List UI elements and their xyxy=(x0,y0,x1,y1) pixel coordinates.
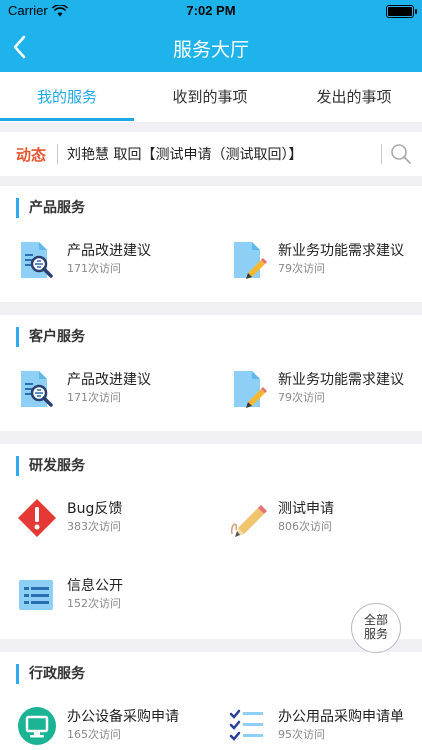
navbar: 服务大厅 xyxy=(0,22,422,72)
section-product-services: 产品服务 产品改进建议 171次访问 新业务功能需求建议 79次访问 xyxy=(0,186,422,302)
visit-count: 152次访问 xyxy=(67,597,121,610)
visit-count: 79次访问 xyxy=(278,391,325,404)
visit-count: 171次访问 xyxy=(67,262,121,275)
visit-count: 171次访问 xyxy=(67,391,121,404)
service-name: 办公设备采购申请 xyxy=(67,709,179,725)
service-name: 新业务功能需求建议 xyxy=(278,372,404,388)
report-search-icon xyxy=(21,242,53,278)
visit-count: 383次访问 xyxy=(67,520,121,533)
news-ticker: 动态 刘艳慧 取回【测试申请（测试取回）】 xyxy=(0,132,422,176)
visit-count: 806次访问 xyxy=(278,520,332,533)
service-name: 信息公开 xyxy=(67,578,123,594)
section-customer-services: 客户服务 产品改进建议 171次访问 新业务功能需求建议 79次访问 xyxy=(0,315,422,431)
tab-my-services[interactable]: 我的服务 xyxy=(0,72,134,122)
service-item-office-supplies[interactable]: 办公用品采购申请单 95次访问 xyxy=(228,702,422,750)
pencil-icon xyxy=(230,505,267,537)
clock: 7:02 PM xyxy=(186,3,236,18)
active-tab-indicator xyxy=(0,118,134,121)
search-icon[interactable] xyxy=(389,142,413,166)
service-item-info-disclosure[interactable]: 信息公开 152次访问 xyxy=(17,571,217,621)
service-item-product-improvement[interactable]: 产品改进建议 171次访问 xyxy=(17,236,217,286)
visit-count: 79次访问 xyxy=(278,262,325,275)
visit-count: 165次访问 xyxy=(67,728,121,741)
section-title: 研发服务 xyxy=(16,456,85,476)
info-list-icon xyxy=(19,580,53,610)
service-name: 新业务功能需求建议 xyxy=(278,243,404,259)
section-title: 客户服务 xyxy=(16,327,85,347)
service-name: Bug反馈 xyxy=(67,501,123,517)
divider xyxy=(381,144,382,164)
tab-bar: 我的服务 收到的事项 发出的事项 xyxy=(0,72,422,122)
battery-icon xyxy=(386,5,417,18)
service-name: 产品改进建议 xyxy=(67,372,151,388)
document-edit-icon xyxy=(234,242,267,279)
service-item-new-feature-request[interactable]: 新业务功能需求建议 79次访问 xyxy=(228,365,422,415)
all-services-label-line1: 全部 xyxy=(363,613,388,627)
news-label: 动态 xyxy=(16,146,47,164)
service-item-office-equipment[interactable]: 办公设备采购申请 165次访问 xyxy=(17,702,217,750)
tab-received[interactable]: 收到的事项 xyxy=(140,72,280,122)
section-title: 产品服务 xyxy=(16,198,85,218)
service-item-new-feature-request[interactable]: 新业务功能需求建议 79次访问 xyxy=(228,236,422,286)
section-title: 行政服务 xyxy=(16,664,85,684)
section-admin-services: 行政服务 办公设备采购申请 165次访问 办公用品采购申请单 95次访问 xyxy=(0,652,422,750)
service-item-test-request[interactable]: 测试申请 806次访问 xyxy=(228,494,422,544)
all-services-label-line2: 服务 xyxy=(363,627,388,641)
monitor-icon xyxy=(18,707,56,745)
document-edit-icon xyxy=(234,371,267,408)
status-bar: Carrier 7:02 PM xyxy=(0,0,422,22)
all-services-button[interactable]: 全部 服务 xyxy=(351,603,401,653)
tab-sent[interactable]: 发出的事项 xyxy=(286,72,422,122)
alert-diamond-icon xyxy=(18,499,56,537)
service-item-bug-report[interactable]: Bug反馈 383次访问 xyxy=(17,494,217,544)
divider xyxy=(57,144,58,164)
news-text[interactable]: 刘艳慧 取回【测试申请（测试取回）】 xyxy=(67,144,302,164)
service-name: 办公用品采购申请单 xyxy=(278,709,404,725)
checklist-icon xyxy=(229,709,263,741)
service-name: 测试申请 xyxy=(278,501,334,517)
service-item-product-improvement[interactable]: 产品改进建议 171次访问 xyxy=(17,365,217,415)
page-title: 服务大厅 xyxy=(172,39,249,61)
service-name: 产品改进建议 xyxy=(67,243,151,259)
report-search-icon xyxy=(21,371,53,407)
visit-count: 95次访问 xyxy=(278,728,325,741)
